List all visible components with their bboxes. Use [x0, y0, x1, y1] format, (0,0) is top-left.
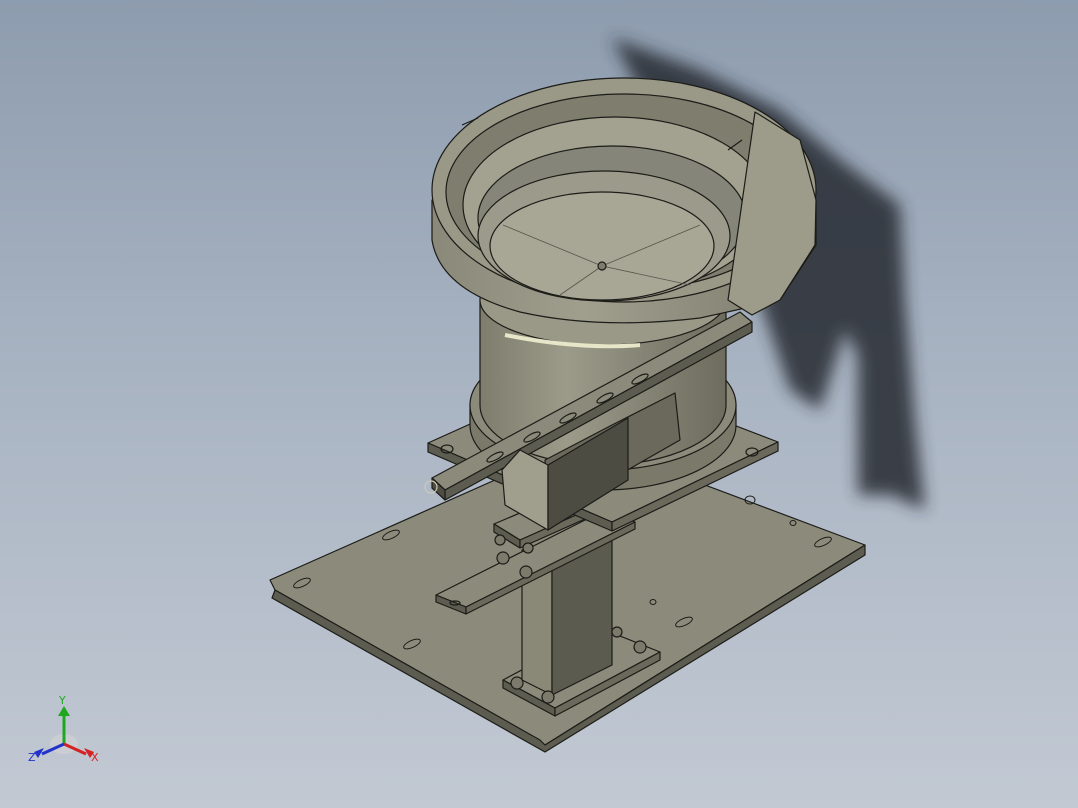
cad-graphics-viewport[interactable]: Y X Z: [0, 0, 1078, 808]
y-axis-head: [58, 706, 70, 716]
x-axis-label: X: [91, 751, 99, 764]
feeder-bowl: [431, 77, 817, 324]
y-axis-label: Y: [58, 694, 66, 707]
z-axis-label: Z: [28, 751, 36, 764]
orientation-triad[interactable]: Y X Z: [22, 690, 112, 770]
vibratory-bowl-feeder-model[interactable]: [0, 0, 1078, 808]
